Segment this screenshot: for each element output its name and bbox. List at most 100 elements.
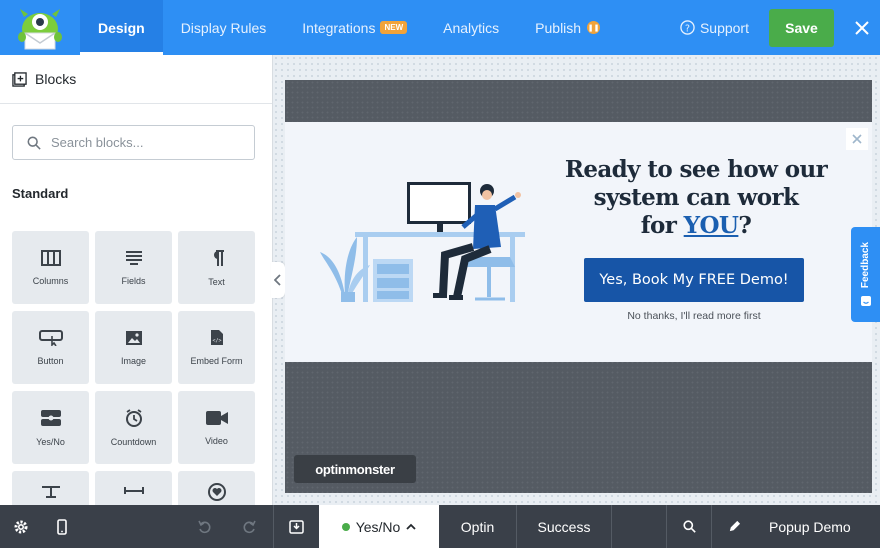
feedback-tab[interactable]: Feedback [851, 227, 880, 322]
view-success[interactable]: Success [516, 505, 611, 548]
tab-display-rules-label: Display Rules [180, 19, 267, 36]
undo-icon[interactable] [185, 505, 225, 548]
redo-icon[interactable] [225, 505, 273, 548]
search-blocks-field[interactable] [12, 125, 255, 160]
mobile-preview-icon[interactable] [42, 505, 82, 548]
settings-gear-icon[interactable] [0, 505, 42, 548]
yes-no-icon [40, 409, 61, 426]
block-button[interactable]: Button [12, 311, 89, 384]
optinmonster-logo[interactable] [0, 0, 80, 55]
fields-icon [125, 250, 142, 265]
add-block-icon [12, 71, 27, 87]
columns-icon [40, 249, 61, 266]
support-label: Support [699, 19, 749, 36]
block-embed-form[interactable]: </> Embed Form [178, 311, 255, 384]
popup-headline[interactable]: Ready to see how our system can work for… [551, 156, 841, 240]
search-icon-bottom[interactable] [666, 505, 711, 548]
optinmonster-brand-badge[interactable]: optinmonster [294, 455, 416, 483]
save-template-icon[interactable] [273, 505, 319, 548]
tab-publish-label: Publish [535, 19, 582, 36]
block-image-label: Image [120, 355, 146, 366]
headline-emphasis: YOU [683, 212, 739, 239]
decline-link[interactable]: No thanks, I'll read more first [584, 310, 804, 322]
desk-illustration [320, 182, 525, 302]
search-blocks-input[interactable] [51, 135, 231, 150]
block-social[interactable] [178, 471, 255, 505]
block-button-label: Button [37, 355, 64, 366]
block-countdown[interactable]: Countdown [95, 391, 172, 464]
block-image[interactable]: Image [95, 311, 172, 384]
block-yes-no-label: Yes/No [36, 436, 65, 447]
chevron-up-icon [406, 523, 416, 530]
view-success-label: Success [537, 518, 591, 535]
help-circle-icon: ? [680, 20, 695, 35]
search-icon [27, 136, 41, 150]
svg-text:?: ? [685, 23, 690, 34]
view-yes-no-label: Yes/No [355, 518, 401, 535]
campaign-name-label: Popup Demo [769, 518, 851, 535]
new-badge: NEW [380, 21, 408, 34]
feedback-label: Feedback [860, 242, 871, 289]
block-divider[interactable] [12, 471, 89, 505]
spacer-icon [123, 486, 144, 494]
tab-design[interactable]: Design [80, 0, 163, 55]
blocks-grid: Columns Fields Text Button Image </> Emb… [12, 231, 256, 505]
block-yes-no[interactable]: Yes/No [12, 391, 89, 464]
tab-analytics-label: Analytics [443, 19, 500, 36]
block-video[interactable]: Video [178, 391, 255, 464]
collapse-sidebar-toggle[interactable] [271, 262, 285, 298]
block-columns[interactable]: Columns [12, 231, 89, 304]
block-text[interactable]: Text [178, 231, 255, 304]
tab-display-rules[interactable]: Display Rules [163, 0, 285, 55]
tab-publish[interactable]: Publish ❚❚ [517, 0, 618, 55]
chevron-left-icon [274, 274, 281, 286]
blocks-sidebar: Blocks Standard Columns Fields Text Butt… [0, 55, 273, 505]
standard-section-title: Standard [12, 186, 69, 201]
tab-design-label: Design [98, 19, 145, 36]
top-navigation-bar: Design Display Rules Integrations NEW Ana… [0, 0, 880, 55]
pause-status-icon: ❚❚ [587, 21, 601, 34]
book-demo-button[interactable]: Yes, Book My FREE Demo! [584, 258, 804, 302]
tab-analytics[interactable]: Analytics [425, 0, 517, 55]
headline-prefix: for [640, 212, 684, 239]
blocks-header: Blocks [0, 55, 272, 104]
blocks-title: Blocks [35, 71, 77, 87]
block-embed-form-label: Embed Form [190, 356, 243, 366]
headline-line-3: for YOU? [551, 212, 841, 240]
view-optin-label: Optin [460, 518, 495, 535]
block-video-label: Video [205, 435, 228, 446]
close-icon[interactable] [844, 20, 880, 35]
campaign-name[interactable]: Popup Demo [756, 505, 880, 548]
embed-form-icon: </> [210, 330, 223, 345]
add-view-slot[interactable] [611, 505, 666, 548]
headline-line-2: system can work [593, 184, 799, 211]
tab-integrations[interactable]: Integrations NEW [284, 0, 425, 55]
support-link[interactable]: ? Support [670, 0, 759, 55]
block-spacer[interactable] [95, 471, 172, 505]
popup-close-icon[interactable] [846, 128, 868, 150]
paragraph-icon [213, 249, 224, 266]
block-columns-label: Columns [32, 275, 69, 286]
block-countdown-label: Countdown [110, 436, 157, 447]
save-button[interactable]: Save [769, 8, 834, 47]
popup-campaign[interactable]: Ready to see how our system can work for… [285, 122, 872, 362]
tab-integrations-label: Integrations [302, 19, 376, 36]
block-fields-label: Fields [121, 275, 146, 286]
edit-name-pencil-icon[interactable] [711, 505, 756, 548]
feedback-smile-icon [860, 295, 871, 306]
view-optin[interactable]: Optin [439, 505, 516, 548]
countdown-icon [125, 408, 142, 427]
heart-circle-icon [207, 482, 226, 501]
headline-line-1: Ready to see how our [564, 156, 828, 183]
image-icon [125, 330, 142, 345]
svg-text:</>: </> [212, 338, 221, 344]
active-view-dot [341, 522, 350, 531]
block-text-label: Text [208, 276, 225, 287]
block-fields[interactable]: Fields [95, 231, 172, 304]
view-yes-no[interactable]: Yes/No [319, 505, 439, 548]
button-icon [38, 329, 63, 346]
bottom-toolbar: Yes/No Optin Success Popup Demo [0, 505, 880, 548]
video-icon [205, 410, 228, 425]
divider-icon [41, 485, 60, 498]
headline-suffix: ? [738, 212, 752, 239]
